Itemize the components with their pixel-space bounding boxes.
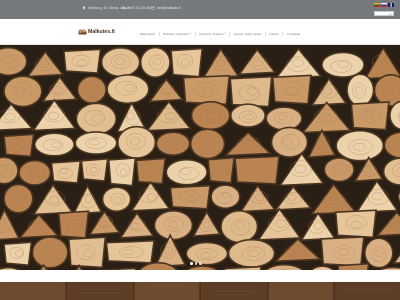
- logo-text[interactable]: Malkutes.lt: [88, 29, 115, 35]
- wood-floor-band: [0, 282, 400, 300]
- menu-item[interactable]: Kainos: [266, 32, 283, 36]
- wood-floor-texture: [0, 282, 400, 300]
- flag-lt-icon[interactable]: [374, 3, 380, 7]
- menu-item[interactable]: Pagrindinis: [136, 32, 159, 36]
- slider-pagination: [190, 262, 202, 265]
- flag-ru-icon[interactable]: [381, 3, 387, 7]
- menu-item-label: Kainos: [269, 32, 279, 36]
- content-spacer: [0, 270, 400, 282]
- menu-item-label: Pagrindinis: [139, 32, 155, 36]
- language-switcher: [374, 3, 394, 7]
- email-info[interactable]: info@malkutes.lt: [151, 6, 181, 10]
- map-pin-icon: [82, 6, 86, 10]
- slider-dot[interactable]: [190, 262, 193, 265]
- slider-dot[interactable]: [199, 262, 202, 265]
- menu-item[interactable]: Briketai / Granulės ▾: [160, 32, 195, 36]
- page: Vilniaus g. 15, Vilnius, Lietuva +370 61…: [0, 0, 400, 300]
- site-logo[interactable]: Malkutes.lt: [78, 29, 115, 35]
- menu-item-label: Lentos, tašai, rąstai: [234, 32, 261, 36]
- chevron-down-icon: ▾: [189, 32, 192, 35]
- menu-item[interactable]: Kontaktai: [283, 32, 303, 36]
- search-icon[interactable]: [389, 12, 392, 16]
- top-info-bar: Vilniaus g. 15, Vilnius, Lietuva +370 61…: [0, 0, 400, 19]
- email-text[interactable]: info@malkutes.lt: [157, 6, 181, 10]
- main-navigation: Malkutes.lt Pagrindinis Briketai / Granul…: [0, 19, 400, 45]
- phone-text[interactable]: +370 612 34 567: [128, 6, 152, 10]
- phone-icon: [122, 6, 126, 10]
- phone-info[interactable]: +370 612 34 567: [122, 6, 152, 10]
- flag-en-icon[interactable]: [388, 3, 394, 7]
- main-menu: Pagrindinis Briketai / Granulės ▾ Pjautinė …: [136, 32, 304, 36]
- menu-item[interactable]: Lentos, tašai, rąstai: [230, 32, 264, 36]
- menu-item-label: Pjautinė / Paletės: [199, 32, 224, 36]
- menu-item[interactable]: Pjautinė / Paletės ▾: [196, 32, 230, 36]
- menu-item-label: Briketai / Granulės: [163, 32, 189, 36]
- slider-dot[interactable]: [194, 262, 197, 265]
- menu-item-label: Kontaktai: [287, 32, 301, 36]
- logo-mark-icon: [78, 29, 87, 35]
- search-input[interactable]: [374, 11, 394, 16]
- firewood-hero-image: [0, 45, 400, 270]
- hero-slider: [0, 45, 400, 270]
- mail-icon: [151, 6, 155, 10]
- chevron-down-icon: ▾: [224, 32, 226, 35]
